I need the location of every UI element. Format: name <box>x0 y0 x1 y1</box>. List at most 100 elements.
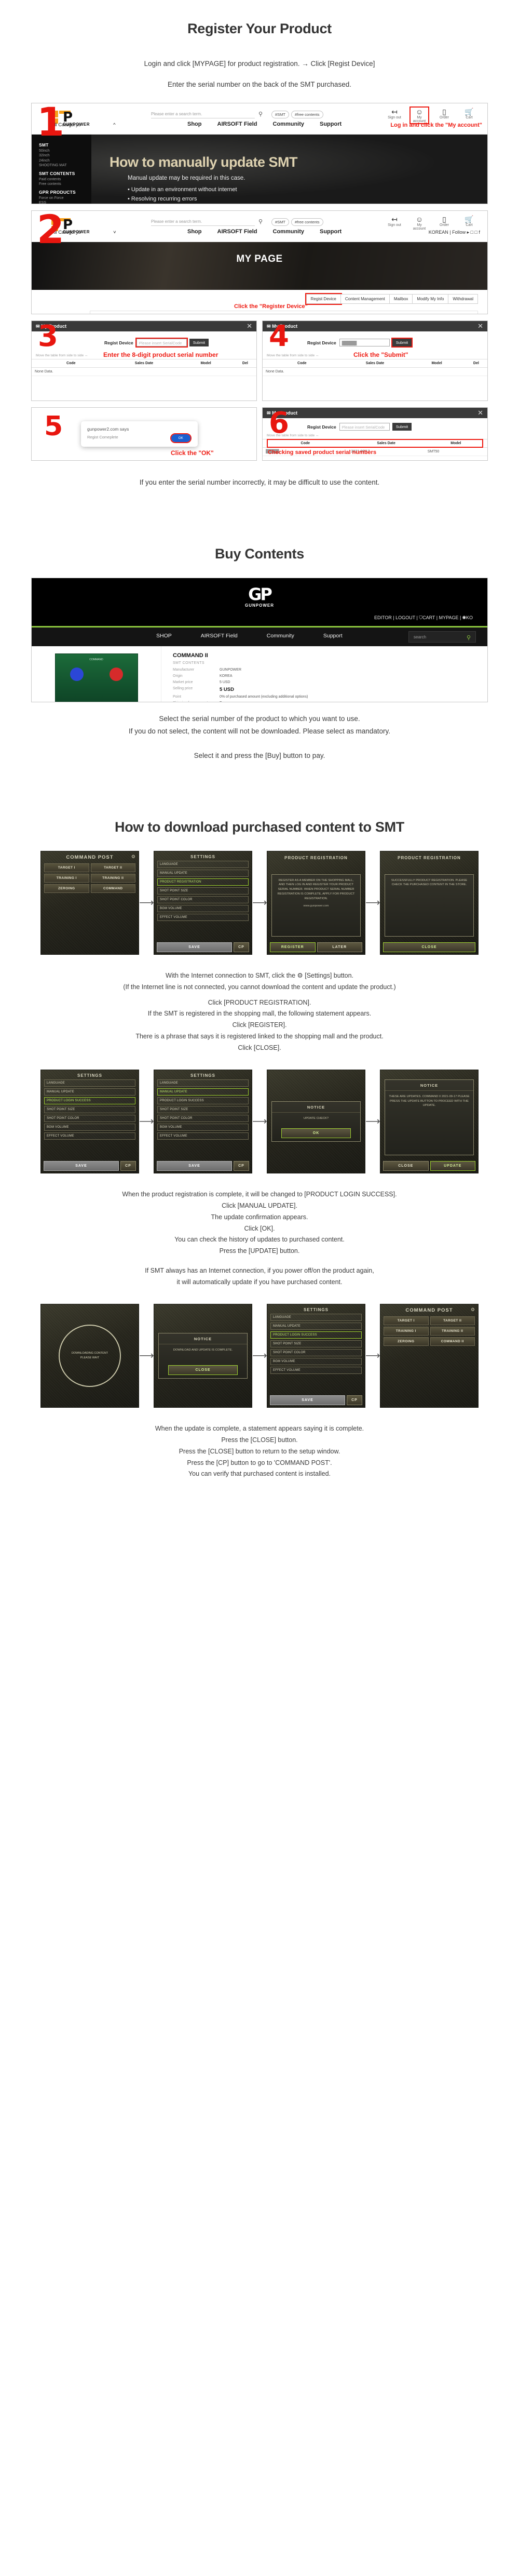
menu-bgm-volume[interactable]: BGM VOLUME <box>157 904 249 912</box>
cp-button-2[interactable]: CP <box>120 1160 136 1171</box>
nav-community-3[interactable]: Community <box>267 633 294 639</box>
order-icon-2[interactable]: ▯ Order <box>435 215 453 231</box>
search-icon-2[interactable]: ⚲ <box>258 218 263 225</box>
menu-language-2[interactable]: LANGUAGE <box>44 1079 135 1087</box>
tab-regist-device[interactable]: Regist Device <box>305 293 342 305</box>
tile[interactable]: TRAINING I <box>44 873 89 883</box>
nav-support-2[interactable]: Support <box>320 229 342 235</box>
tag-free-contents-2[interactable]: #free contents <box>291 218 323 226</box>
serial-input-4[interactable]: ████████ <box>339 339 390 347</box>
menu-shot-point-color-4[interactable]: SHOT POINT COLOR <box>270 1349 362 1356</box>
ok-button-device[interactable]: OK <box>281 1128 351 1138</box>
nav-community-2[interactable]: Community <box>273 229 305 235</box>
menu-product-login-success-2[interactable]: PRODUCT LOGIN SUCCESS <box>44 1097 135 1104</box>
tab-withdrawal[interactable]: Withdrawal <box>448 294 478 304</box>
sidebar-item-24inch[interactable]: 24inch <box>39 159 91 163</box>
nav-airsoft-field-2[interactable]: AIRSOFT Field <box>217 229 257 235</box>
tile[interactable]: TRAINING II <box>430 1326 475 1336</box>
menu-bgm-volume-4[interactable]: BGM VOLUME <box>270 1357 362 1365</box>
serial-input-3[interactable]: Please insert SerialCode <box>135 338 188 348</box>
save-button-3[interactable]: SAVE <box>157 1160 232 1171</box>
order-icon[interactable]: ▯ Order <box>435 108 453 123</box>
ok-button[interactable]: OK <box>170 433 192 444</box>
menu-shot-point-size[interactable]: SHOT POINT SIZE <box>157 887 249 895</box>
tile[interactable]: COMMAND <box>90 884 135 893</box>
sidebar-item-smt-contents[interactable]: SMT CONTENTS <box>39 171 91 176</box>
menu-effect-volume-2[interactable]: EFFECT VOLUME <box>44 1132 135 1140</box>
tile[interactable]: ZEROING <box>384 1337 429 1346</box>
sidebar-item-50inch[interactable]: 50inch <box>39 149 91 153</box>
close-button[interactable]: CLOSE <box>383 942 475 952</box>
menu-effect-volume[interactable]: EFFECT VOLUME <box>157 913 249 921</box>
sign-out-icon[interactable]: ↤ Sign out <box>386 108 403 123</box>
cart-icon[interactable]: 🛒 Cart <box>460 108 478 123</box>
menu-language-3[interactable]: LANGUAGE <box>157 1079 249 1087</box>
save-button-2[interactable]: SAVE <box>44 1160 119 1171</box>
menu-shot-point-color-2[interactable]: SHOT POINT COLOR <box>44 1114 135 1122</box>
sidebar-item-paid-contents[interactable]: Paid contents <box>39 178 91 181</box>
menu-shot-point-size-3[interactable]: SHOT POINT SIZE <box>157 1105 249 1113</box>
update-button[interactable]: UPDATE <box>430 1160 475 1171</box>
nav-shop-2[interactable]: Shop <box>187 229 202 235</box>
sidebar-item-ess[interactable]: ESS <box>39 201 91 204</box>
tile[interactable]: TARGET II <box>90 863 135 872</box>
tag-smt-2[interactable]: #SMT <box>271 218 290 226</box>
cart-icon-2[interactable]: 🛒 Cart <box>460 215 478 231</box>
close-icon-4[interactable]: ✕ <box>477 322 483 330</box>
my-account-icon-2[interactable]: ☺ My account <box>411 215 428 231</box>
product-thumbnail[interactable]: COMMAND <box>54 653 138 702</box>
menu-shot-point-color[interactable]: SHOT POINT COLOR <box>157 896 249 903</box>
tab-mailbox[interactable]: Mailbox <box>389 294 413 304</box>
sidebar-item-smt[interactable]: SMT <box>39 142 91 148</box>
menu-bgm-volume-3[interactable]: BGM VOLUME <box>157 1123 249 1131</box>
nav-shop[interactable]: Shop <box>187 121 202 127</box>
register-button[interactable]: REGISTER <box>270 942 316 952</box>
menu-product-login-success-4[interactable]: PRODUCT LOGIN SUCCESS <box>270 1331 362 1339</box>
menu-effect-volume-3[interactable]: EFFECT VOLUME <box>157 1132 249 1140</box>
menu-shot-point-size-2[interactable]: SHOT POINT SIZE <box>44 1105 135 1113</box>
nav-airsoft-field[interactable]: AIRSOFT Field <box>217 121 257 127</box>
nav-airsoft-field-3[interactable]: AIRSOFT Field <box>201 633 238 639</box>
tile[interactable]: TARGET II <box>430 1316 475 1325</box>
submit-button-3[interactable]: Submit <box>189 339 209 347</box>
close-icon[interactable]: ✕ <box>247 322 252 330</box>
menu-language-4[interactable]: LANGUAGE <box>270 1313 362 1321</box>
tab-content-management[interactable]: Content Management <box>340 294 390 304</box>
save-button-4[interactable]: SAVE <box>270 1395 345 1405</box>
menu-manual-update-2[interactable]: MANUAL UPDATE <box>44 1088 135 1096</box>
my-account-icon[interactable]: ☺ My account <box>409 106 429 125</box>
sidebar-item-gpr-products[interactable]: GPR PRODUCTS <box>39 190 91 195</box>
nav-shop-3[interactable]: SHOP <box>156 633 172 639</box>
search-icon-shop[interactable]: ⚲ <box>467 634 471 641</box>
serial-input-6[interactable]: Please insert SerialCode <box>339 423 390 431</box>
menu-language[interactable]: LANGUAGE <box>157 860 249 868</box>
cp-button-4[interactable]: CP <box>347 1395 362 1405</box>
shop-search-input[interactable]: search <box>408 631 476 643</box>
nav-support-3[interactable]: Support <box>323 633 343 639</box>
language-follow-links[interactable]: KOREAN | Follow ▸ □ □ f <box>429 230 480 235</box>
gear-icon[interactable]: ⚙ <box>131 854 135 860</box>
submit-button-4[interactable]: Submit <box>391 338 413 348</box>
nav-support[interactable]: Support <box>320 121 342 127</box>
sidebar-item-32inch[interactable]: 32inch <box>39 154 91 157</box>
cp-button[interactable]: CP <box>234 942 249 952</box>
tile[interactable]: ZEROING <box>44 884 89 893</box>
tile[interactable]: COMMAND II <box>430 1337 475 1346</box>
tile[interactable]: TARGET I <box>44 863 89 872</box>
tile[interactable]: TRAINING II <box>90 873 135 883</box>
menu-effect-volume-4[interactable]: EFFECT VOLUME <box>270 1366 362 1374</box>
close-icon-6[interactable]: ✕ <box>477 409 483 417</box>
sidebar-item-free-contents[interactable]: Free contents <box>39 182 91 186</box>
sidebar-item-shooting-mat[interactable]: SHOOTING MAT <box>39 164 91 167</box>
close-button-3[interactable]: CLOSE <box>168 1365 238 1375</box>
all-categories-button-2[interactable]: All Categorys ˅ <box>51 230 116 235</box>
save-button[interactable]: SAVE <box>157 942 232 952</box>
search-icon[interactable]: ⚲ <box>258 111 263 117</box>
menu-manual-update-4[interactable]: MANUAL UPDATE <box>270 1322 362 1330</box>
cp-button-3[interactable]: CP <box>234 1160 249 1171</box>
menu-product-login-success-3[interactable]: PRODUCT LOGIN SUCCESS <box>157 1097 249 1104</box>
submit-button-6[interactable]: Submit <box>392 423 412 431</box>
search-input[interactable]: Please enter a search term. <box>151 112 255 119</box>
close-button-2[interactable]: CLOSE <box>383 1160 429 1171</box>
menu-product-registration[interactable]: PRODUCT REGISTRATION <box>157 878 249 886</box>
